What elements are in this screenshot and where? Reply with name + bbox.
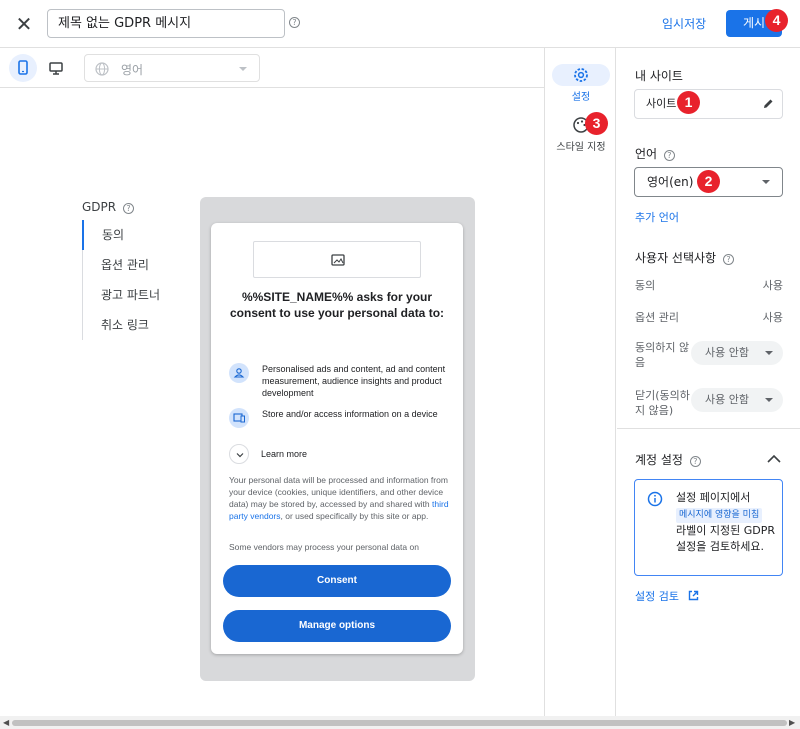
choice-value: 사용 (762, 279, 783, 292)
help-icon[interactable]: ? (722, 254, 734, 265)
rail-settings-label: 설정 (571, 92, 591, 103)
logo-placeholder[interactable] (253, 241, 421, 278)
rail-item-settings[interactable]: 설정 (545, 64, 617, 103)
message-nav: 동의 옵션 관리 광고 파트너 취소 링크 (82, 220, 182, 340)
learn-more-label: Learn more (261, 449, 308, 459)
affects-message-chip: 메시지에 영향을 미침 (676, 508, 763, 523)
horizontal-scrollbar[interactable]: ◀ ▶ (0, 716, 800, 729)
close-select[interactable]: 사용 안함 (691, 388, 783, 412)
image-icon (331, 254, 345, 266)
dialog-body-text: Your personal data will be processed and… (229, 474, 449, 522)
scroll-left-icon[interactable]: ◀ (3, 718, 9, 727)
preview-language-value: 영어 (121, 63, 144, 77)
mobile-icon (18, 60, 28, 75)
review-settings-label: 설정 검토 (635, 590, 679, 603)
nav-item-revocation-link[interactable]: 취소 링크 (83, 310, 182, 340)
settings-panel: 내 사이트 사이트 1 언어 ? 영어(en) 2 추가 언어 사용자 선택사항… (617, 48, 800, 716)
account-settings-heading: 계정 설정 ? (635, 451, 701, 468)
user-choices-label: 사용자 선택사항 (635, 251, 717, 265)
settings-rail: 설정 스타일 지정 3 (544, 48, 616, 716)
scroll-right-icon[interactable]: ▶ (789, 718, 795, 727)
site-value: 사이트 (646, 97, 677, 110)
choice-label: 닫기(동의하지 않음) (635, 389, 690, 417)
help-icon[interactable]: ? (122, 203, 134, 214)
info-text-part: 라벨이 지정된 GDPR 설정을 검토하세요. (676, 524, 775, 553)
save-draft-button[interactable]: 임시저장 (662, 15, 706, 32)
desktop-view-button[interactable] (42, 54, 70, 82)
desktop-icon (49, 62, 63, 75)
nav-item-ad-partners[interactable]: 광고 파트너 (83, 280, 182, 310)
rail-styling-label: 스타일 지정 (556, 142, 606, 153)
message-nav-title: GDPR ? (82, 200, 134, 214)
choice-row-close: 닫기(동의하지 않음) (635, 388, 695, 418)
select-value: 사용 안함 (705, 346, 749, 359)
top-bar: ✕ 제목 없는 GDPR 메시지 ? 임시저장 게시 4 (0, 0, 800, 48)
additional-languages-link[interactable]: 추가 언어 (635, 209, 679, 225)
select-value: 사용 안함 (705, 393, 749, 406)
chevron-down-icon (762, 180, 770, 184)
consent-button[interactable]: Consent (223, 565, 451, 597)
dialog-title: %%SITE_NAME%% asks for your consent to u… (229, 290, 445, 320)
chevron-down-icon (239, 67, 247, 71)
nav-item-manage-options[interactable]: 옵션 관리 (83, 250, 182, 280)
annotation-badge-4: 4 (765, 9, 788, 32)
settings-icon (552, 64, 610, 86)
open-in-new-icon (689, 590, 699, 601)
do-not-consent-select[interactable]: 사용 안함 (691, 341, 783, 365)
info-text-part: 설정 페이지에서 (676, 491, 751, 504)
globe-icon (95, 62, 109, 76)
my-site-heading: 내 사이트 (635, 69, 683, 83)
dialog-body-text-2: Some vendors may process your personal d… (229, 542, 419, 552)
nav-item-consent[interactable]: 동의 (82, 220, 182, 250)
choice-label: 동의 (635, 279, 656, 292)
help-icon[interactable]: ? (689, 456, 701, 467)
manage-options-button[interactable]: Manage options (223, 610, 451, 642)
message-type-label: GDPR (82, 200, 117, 214)
person-icon (229, 363, 249, 383)
devices-icon (229, 408, 249, 428)
preview-language-select[interactable]: 영어 (84, 54, 260, 82)
language-heading: 언어 ? (635, 145, 675, 162)
purpose-text: Personalised ads and content, ad and con… (262, 364, 446, 398)
mobile-view-button[interactable] (9, 54, 37, 82)
message-title-input[interactable]: 제목 없는 GDPR 메시지 (47, 9, 285, 38)
annotation-badge-1: 1 (677, 91, 700, 114)
edit-pencil-icon[interactable] (762, 98, 774, 110)
annotation-badge-3: 3 (585, 112, 608, 135)
choice-row-manage-options: 옵션 관리 사용 (635, 309, 783, 325)
info-text: 설정 페이지에서 메시지에 영향을 미침 라벨이 지정된 GDPR 설정을 검토… (676, 490, 776, 555)
preview-toolbar: 영어 (0, 48, 544, 88)
chevron-down-icon (765, 398, 773, 402)
chevron-up-icon[interactable] (767, 454, 781, 464)
divider (617, 428, 800, 429)
chevron-down-icon (229, 444, 249, 464)
close-icon[interactable]: ✕ (12, 12, 36, 36)
annotation-badge-2: 2 (697, 170, 720, 193)
user-choices-heading: 사용자 선택사항 ? (635, 249, 734, 266)
choice-label: 옵션 관리 (635, 311, 679, 324)
body-text-part: Your personal data will be processed and… (229, 475, 448, 509)
account-settings-label: 계정 설정 (635, 453, 683, 467)
chevron-down-icon (765, 351, 773, 355)
purpose-text: Store and/or access information on a dev… (262, 409, 438, 419)
consent-dialog-preview: %%SITE_NAME%% asks for your consent to u… (211, 223, 463, 654)
help-icon[interactable]: ? (663, 150, 675, 161)
choice-value: 사용 (762, 311, 783, 324)
choice-row-do-not-consent: 동의하지 않음 (635, 340, 695, 370)
help-icon[interactable]: ? (289, 17, 300, 28)
info-box: 설정 페이지에서 메시지에 영향을 미침 라벨이 지정된 GDPR 설정을 검토… (634, 479, 783, 576)
body-text-part: , or used specifically by this site or a… (280, 511, 429, 521)
choice-label: 동의하지 않음 (635, 341, 690, 369)
site-field[interactable]: 사이트 (634, 89, 783, 119)
review-settings-link[interactable]: 설정 검토 (635, 588, 699, 604)
language-value: 영어(en) (647, 175, 694, 189)
scrollbar-thumb[interactable] (12, 720, 787, 726)
choice-row-consent: 동의 사용 (635, 277, 783, 293)
language-heading-label: 언어 (635, 147, 658, 161)
info-icon (647, 491, 663, 507)
